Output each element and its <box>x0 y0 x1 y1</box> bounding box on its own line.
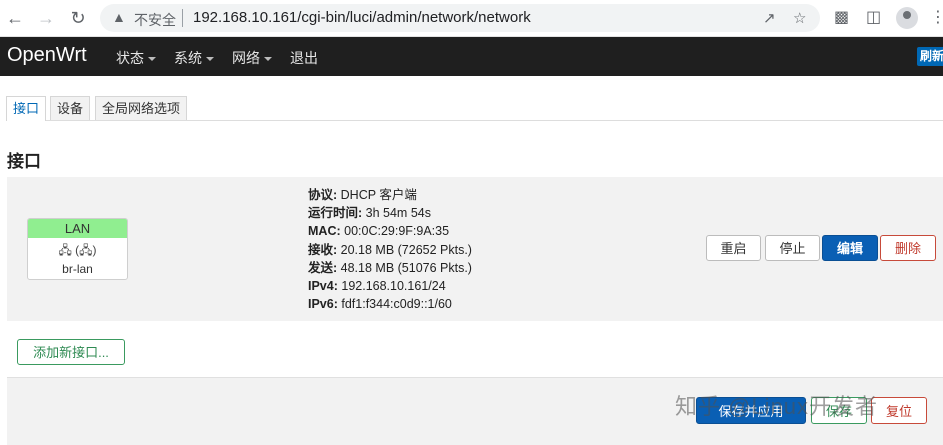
detail-tx: 发送: 48.18 MB (51076 Pkts.) <box>308 259 472 277</box>
detail-value: 00:0C:29:9F:9A:35 <box>344 224 450 239</box>
delete-button[interactable]: 删除 <box>880 235 936 261</box>
detail-label: IPv6: <box>308 297 338 312</box>
detail-ipv6: IPv6: fdf1:f344:c0d9::1/60 <box>308 295 472 313</box>
stop-button[interactable]: 停止 <box>765 235 820 261</box>
star-icon[interactable]: ☆ <box>793 9 806 27</box>
detail-mac: MAC: 00:0C:29:9F:9A:35 <box>308 222 472 240</box>
tab-devices[interactable]: 设备 <box>50 96 91 120</box>
warning-icon: ▲ <box>112 9 126 25</box>
interface-device: br-lan <box>62 262 93 276</box>
interface-row: LAN 🖧 (🖧) br-lan 协议: DHCP 客户端 运行时间: 3h 5… <box>7 177 943 321</box>
detail-protocol: 协议: DHCP 客户端 <box>308 186 472 204</box>
watermark: 知乎 @Linux开发者 <box>675 394 879 419</box>
tab-global-options[interactable]: 全局网络选项 <box>95 96 188 120</box>
detail-value: 20.18 MB (72652 Pkts.) <box>340 242 472 257</box>
detail-label: 协议: <box>308 188 338 202</box>
refresh-indicator[interactable]: 刷新 <box>917 47 943 66</box>
tab-interfaces[interactable]: 接口 <box>6 96 47 121</box>
menu-network[interactable]: 网络 <box>232 48 272 68</box>
interface-icons-text: ( <box>75 243 80 257</box>
detail-label: MAC: <box>308 224 341 239</box>
restart-button[interactable]: 重启 <box>706 235 761 261</box>
url-separator <box>182 9 183 27</box>
menu-system[interactable]: 系统 <box>174 48 214 68</box>
brand-logo[interactable]: OpenWrt <box>7 44 87 67</box>
detail-value: 48.18 MB (51076 Pkts.) <box>340 260 472 275</box>
profile-avatar-icon[interactable] <box>896 7 918 29</box>
detail-value: 192.168.10.161/24 <box>341 279 446 294</box>
share-icon[interactable]: ↗ <box>763 9 776 27</box>
insecure-label[interactable]: 不安全 <box>134 10 176 30</box>
detail-label: 运行时间: <box>308 206 363 221</box>
tab-bar: 接口 设备 全局网络选项 <box>6 96 943 121</box>
side-panel-icon[interactable]: ◫ <box>866 7 881 27</box>
chevron-down-icon <box>206 57 214 62</box>
menu-status-label: 状态 <box>116 50 144 66</box>
chevron-down-icon <box>264 57 272 62</box>
reset-button[interactable]: 复位 <box>871 397 927 424</box>
menu-system-label: 系统 <box>174 50 202 66</box>
detail-value: 3h 54m 54s <box>365 206 431 221</box>
menu-status[interactable]: 状态 <box>116 48 156 68</box>
chevron-down-icon <box>148 57 156 62</box>
page-title: 接口 <box>7 152 41 171</box>
detail-label: 发送: <box>308 260 338 275</box>
interface-badge: LAN 🖧 (🖧) br-lan <box>27 218 128 280</box>
browser-toolbar: ← → ↻ ▲ 不安全 192.168.10.161/cgi-bin/luci/… <box>0 0 943 37</box>
menu-logout[interactable]: 退出 <box>290 48 318 68</box>
detail-value: DHCP 客户端 <box>340 188 417 202</box>
detail-label: 接收: <box>308 242 338 257</box>
interface-details: 协议: DHCP 客户端 运行时间: 3h 54m 54s MAC: 00:0C… <box>308 186 472 313</box>
detail-value: fdf1:f344:c0d9::1/60 <box>341 297 452 312</box>
address-bar[interactable]: ▲ 不安全 192.168.10.161/cgi-bin/luci/admin/… <box>100 4 820 32</box>
more-menu-icon[interactable]: ⋮ <box>930 7 943 27</box>
reload-icon[interactable]: ↻ <box>66 6 90 30</box>
add-interface-button[interactable]: 添加新接口... <box>17 339 125 365</box>
detail-rx: 接收: 20.18 MB (72652 Pkts.) <box>308 241 472 259</box>
url-text[interactable]: 192.168.10.161/cgi-bin/luci/admin/networ… <box>193 9 531 26</box>
network-port-icon: 🖧 (🖧) <box>58 243 97 257</box>
edit-button[interactable]: 编辑 <box>822 235 878 261</box>
detail-ipv4: IPv4: 192.168.10.161/24 <box>308 277 472 295</box>
detail-label: IPv4: <box>308 279 338 294</box>
menu-network-label: 网络 <box>232 50 260 66</box>
back-icon[interactable]: ← <box>3 6 27 30</box>
forward-icon[interactable]: → <box>34 6 58 30</box>
detail-uptime: 运行时间: 3h 54m 54s <box>308 204 472 222</box>
openwrt-header: OpenWrt 状态 系统 网络 退出 刷新 <box>0 37 943 76</box>
interface-name: LAN <box>28 219 127 238</box>
extensions-icon[interactable]: ▩ <box>834 7 849 27</box>
